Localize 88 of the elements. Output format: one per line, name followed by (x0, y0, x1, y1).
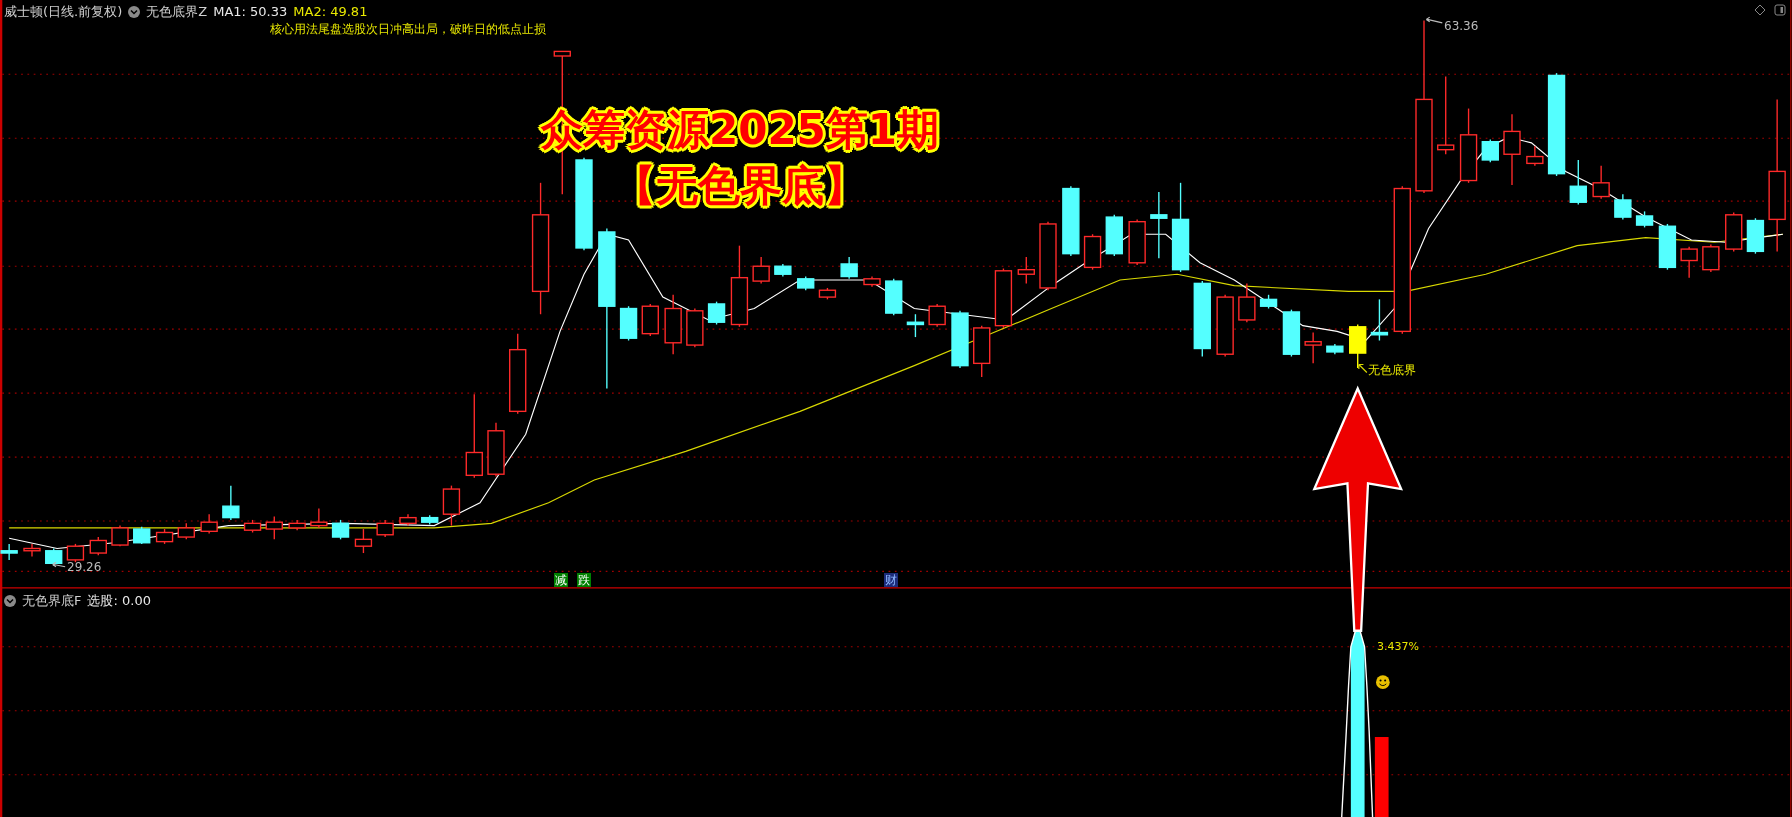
candlestick (1526, 145, 1544, 167)
chevron-down-icon[interactable] (4, 594, 16, 607)
candlestick (23, 543, 41, 558)
promo-subtitle: 【无色界底】 (614, 160, 866, 212)
candlestick (1569, 159, 1587, 206)
candlestick (0, 543, 18, 561)
signal-marker: 跌 (577, 573, 591, 587)
signal-label: 无色底界 (1368, 362, 1416, 379)
candlestick (442, 484, 461, 527)
chart-title: 威士顿(日线.前复权) (4, 3, 123, 21)
candlestick (1259, 294, 1278, 310)
strategy-note: 核心用法尾盘选股次日冲高出局，破昨日的低点止损 (270, 21, 546, 38)
diamond-icon[interactable] (1754, 4, 1766, 16)
candlestick (1062, 185, 1080, 257)
price-label: 29.26 (67, 559, 102, 576)
candlestick (66, 543, 85, 563)
candlestick (1128, 218, 1146, 266)
candlestick (1635, 210, 1654, 229)
candlestick (1702, 243, 1720, 273)
leader-line (52, 561, 66, 568)
candlestick (1481, 138, 1499, 163)
candlestick (421, 514, 439, 526)
candlestick (265, 515, 283, 540)
candlestick (1746, 217, 1765, 255)
candlestick (707, 300, 726, 326)
ma2-reading: MA2: 49.81 (293, 3, 368, 21)
candlestick (863, 275, 881, 288)
candlestick (752, 256, 770, 285)
candlestick (1658, 223, 1677, 271)
candlestick (906, 313, 925, 338)
chevron-down-icon[interactable] (128, 5, 141, 18)
candlestick (1614, 193, 1632, 221)
candlestick (951, 310, 969, 369)
candlestick (641, 303, 659, 337)
candlestick (1282, 308, 1301, 358)
candlestick (243, 519, 262, 534)
candlestick (399, 513, 417, 527)
candlestick (1150, 191, 1168, 259)
candlestick (222, 484, 240, 521)
candlestick (818, 287, 837, 301)
price-label: 63.36 (1444, 18, 1479, 35)
leader-line (1425, 16, 1443, 24)
candlestick (928, 303, 946, 328)
candlestick (1680, 246, 1698, 279)
candlestick (376, 519, 394, 538)
value-label: 3.437% (1377, 639, 1419, 655)
signal-marker: 减 (554, 573, 568, 587)
candlestick (994, 267, 1013, 329)
candlestick (1039, 221, 1057, 291)
candlestick (1326, 343, 1344, 355)
leader-line (1358, 363, 1368, 374)
candlestick (155, 528, 174, 545)
candlestick (200, 513, 218, 535)
candlestick (1725, 211, 1743, 253)
indicator-name: 无色界底F (22, 592, 82, 610)
candlestick (310, 507, 328, 529)
candlestick (111, 524, 129, 547)
candlestick (1083, 233, 1102, 271)
candlestick (840, 256, 858, 280)
candlestick (1105, 214, 1123, 257)
candlestick (1370, 298, 1389, 342)
candlestick (797, 275, 815, 291)
candlestick (1238, 282, 1256, 323)
candlestick (1304, 331, 1322, 365)
indicator-name: 无色底界Z (146, 3, 208, 21)
candlestick (354, 528, 373, 554)
smiley-icon (1376, 675, 1390, 689)
candlestick (686, 307, 704, 349)
candlestick (177, 522, 195, 540)
candlestick (1017, 256, 1035, 285)
candlestick (774, 263, 792, 278)
indicator-reading: 选股: 0.00 (87, 592, 151, 610)
signal-marker: 财 (884, 573, 898, 587)
candlestick (885, 278, 903, 317)
candlestick (664, 294, 682, 355)
candlestick (1349, 323, 1367, 369)
candlestick (133, 526, 151, 545)
candlestick (89, 536, 107, 556)
candlestick (1216, 294, 1234, 358)
candlestick (1592, 165, 1610, 200)
panel-icon[interactable] (1774, 4, 1786, 16)
candlestick (619, 305, 638, 342)
candlestick (487, 422, 505, 478)
candlestick (288, 519, 306, 531)
ma1-reading: MA1: 50.33 (213, 3, 288, 21)
candlestick (331, 519, 350, 540)
candlestick (45, 547, 63, 567)
candlestick (973, 324, 991, 378)
